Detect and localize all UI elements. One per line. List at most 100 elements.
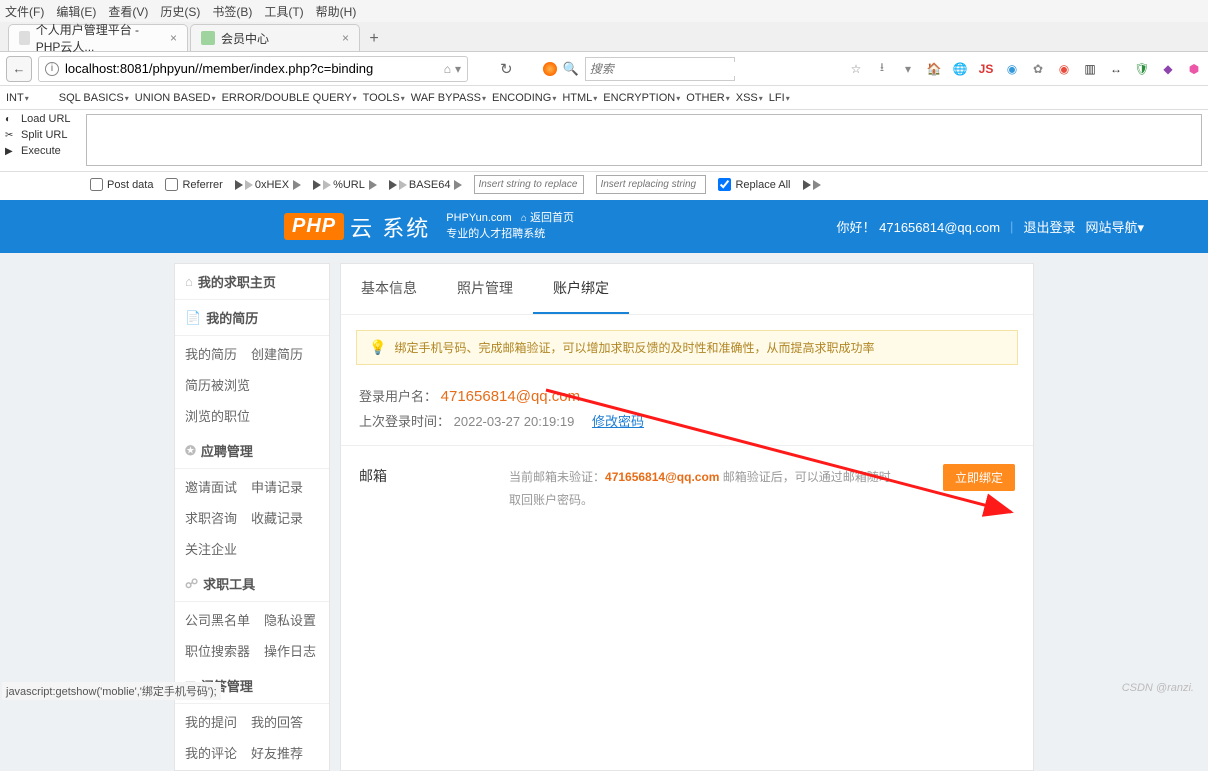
back-home-link[interactable]: 返回首页 [530,212,574,224]
new-tab-button[interactable]: + [362,30,386,51]
ext-icon-1[interactable]: ◉ [1004,61,1020,77]
sidebar-item[interactable]: 好友推荐 [251,743,303,762]
devbar-item[interactable]: TOOLS [363,92,405,104]
bind-now-button[interactable]: 立即绑定 [943,464,1015,491]
tab-account-binding[interactable]: 账户绑定 [533,264,629,314]
hackbar: ◐Load URL ✂Split URL ▶Execute [0,110,1208,172]
ext-icon-5[interactable]: ⬢ [1186,61,1202,77]
shield-icon[interactable]: 🛡 [1134,61,1150,77]
sidebar-item[interactable]: 浏览的职位 [185,406,250,425]
browser-tab-active[interactable]: 个人用户管理平台 - PHP云人... × [8,24,188,51]
replace-to-input[interactable] [596,175,706,194]
ext-icon-2[interactable]: ✿ [1030,61,1046,77]
bookmark-icon[interactable]: ☆ [848,61,864,77]
sidebar-item[interactable]: 邀请面试 [185,477,237,496]
devbar-item[interactable]: LFI [769,92,790,104]
sidebar-item[interactable]: 我的简历 [185,344,237,363]
menu-item[interactable]: 编辑(E) [56,3,96,20]
menu-item[interactable]: 查看(V) [108,3,148,20]
urlenc-chip[interactable]: %URL [313,179,377,191]
dropdown-icon[interactable]: ▾ [455,62,461,76]
close-icon[interactable]: × [162,31,177,45]
pocket-icon[interactable]: ▾ [900,61,916,77]
menu-item[interactable]: 帮助(H) [316,3,357,20]
devbar-item[interactable]: ENCODING [492,92,556,104]
sidebar-icon[interactable]: ▥ [1082,61,1098,77]
devbar-item[interactable]: INT [6,92,29,104]
home-icon[interactable]: 🏠 [926,61,942,77]
search-field[interactable] [585,57,735,81]
sidebar-item[interactable]: 创建简历 [251,344,303,363]
sidebar-item[interactable]: 关注企业 [185,539,237,558]
download-icon[interactable]: ⭳ [874,61,890,77]
sidebar-item[interactable]: 收藏记录 [251,508,303,527]
devbar-item[interactable]: SQL BASICS [59,92,129,104]
split-url-button[interactable]: ✂Split URL [5,129,75,141]
site-info-icon[interactable]: i [45,62,59,76]
user-info-block: 登录用户名： 471656814@qq.com 上次登录时间： 2022-03-… [341,375,1033,445]
menu-item[interactable]: 书签(B) [212,3,252,20]
replace-all-checkbox[interactable]: Replace All [718,178,790,191]
bind-desc: 当前邮箱未验证：471656814@qq.com 邮箱验证后，可以通过邮箱随时取… [509,466,1015,512]
change-password-link[interactable]: 修改密码 [592,414,644,429]
site-logo[interactable]: PHP 云 系统 PHPYun.com ⌂ 返回首页 专业的人才招聘系统 [284,211,574,243]
browser-menu-bar[interactable]: 文件(F) 编辑(E) 查看(V) 历史(S) 书签(B) 工具(T) 帮助(H) [0,0,1208,22]
login-user-value: 471656814@qq.com [441,388,581,405]
close-icon[interactable]: × [334,31,349,45]
sidebar-item[interactable]: 公司黑名单 [185,610,250,629]
url-input[interactable] [65,61,444,76]
tab-basic-info[interactable]: 基本信息 [341,264,437,314]
hackbar-textarea[interactable] [86,114,1202,166]
site-nav-link[interactable]: 网站导航▾ [1085,217,1144,236]
devbar-item[interactable]: HTML [562,92,597,104]
reload-button[interactable]: ↻ [500,60,513,78]
firefox-icon[interactable] [543,62,557,76]
browser-tab-inactive[interactable]: 会员中心 × [190,24,360,51]
sidebar-item[interactable]: 操作日志 [264,641,316,660]
sidebar-home[interactable]: ⌂ 我的求职主页 [175,264,329,300]
last-login-label: 上次登录时间： [359,414,450,429]
sidebar-item[interactable]: 申请记录 [251,477,303,496]
referrer-checkbox[interactable]: Referrer [165,178,222,191]
load-url-button[interactable]: ◐Load URL [5,113,75,125]
sidebar-item[interactable]: 我的评论 [185,743,237,762]
devbar-item[interactable]: UNION BASED [135,92,216,104]
sidebar-item[interactable]: 隐私设置 [264,610,316,629]
post-data-checkbox[interactable]: Post data [90,178,153,191]
execute-button[interactable]: ▶Execute [5,145,75,157]
browser-tab-strip: 个人用户管理平台 - PHP云人... × 会员中心 × + [0,22,1208,52]
menu-item[interactable]: 文件(F) [5,3,44,20]
url-field[interactable]: i ⌂ ▾ [38,56,468,82]
back-button[interactable]: ← [6,56,32,82]
address-bar: ← i ⌂ ▾ ↻ 🔍 ☆ ⭳ ▾ 🏠 🌐 JS ◉ ✿ ◉ ▥ ↔ 🛡 ◆ ⬢ [0,52,1208,86]
magnify-icon[interactable]: 🔍 [563,61,579,77]
sidebar-item[interactable]: 求职咨询 [185,508,237,527]
bulb-icon: 💡 [369,339,386,356]
devbar-item[interactable]: ERROR/DOUBLE QUERY [222,92,357,104]
sidebar-item[interactable]: 简历被浏览 [185,375,250,394]
search-input[interactable] [590,62,747,76]
replace-from-input[interactable] [474,175,584,194]
base64-chip[interactable]: BASE64 [389,179,463,191]
ext-icon-4[interactable]: ◆ [1160,61,1176,77]
sidebar-item[interactable]: 我的提问 [185,712,237,731]
devbar-item[interactable] [35,92,53,104]
sidebar-item[interactable]: 我的回答 [251,712,303,731]
devbar-item[interactable]: OTHER [686,92,730,104]
reader-icon[interactable]: ⌂ [444,62,451,76]
ext-icon-3[interactable]: ◉ [1056,61,1072,77]
devbar-item[interactable]: WAF BYPASS [411,92,486,104]
sidebar-item[interactable]: 职位搜索器 [185,641,250,660]
go-chip[interactable] [803,180,821,190]
js-icon[interactable]: JS [978,61,994,77]
logout-link[interactable]: 退出登录 [1023,217,1075,236]
hex-chip[interactable]: 0xHEX [235,179,301,191]
menu-item[interactable]: 历史(S) [160,3,200,20]
tab-photo-manage[interactable]: 照片管理 [437,264,533,314]
sync-icon[interactable]: ↔ [1108,61,1124,77]
globe-icon[interactable]: 🌐 [952,61,968,77]
devbar-item[interactable]: XSS [736,92,763,104]
devbar-item[interactable]: ENCRYPTION [603,92,680,104]
menu-item[interactable]: 工具(T) [264,3,303,20]
watermark: CSDN @ranzi. [1122,682,1194,694]
